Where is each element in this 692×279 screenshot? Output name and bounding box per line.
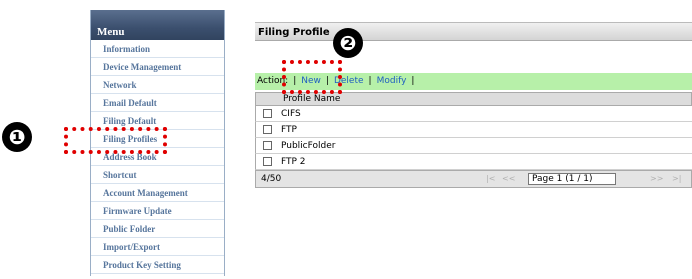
sidebar-item-network[interactable]: Network [91, 76, 224, 94]
separator: | [368, 76, 372, 86]
table-row[interactable]: PublicFolder [255, 138, 692, 154]
profile-name: CIFS [281, 108, 301, 119]
new-button[interactable]: New [301, 76, 321, 86]
sidebar-item-email-default[interactable]: Email Default [91, 94, 224, 112]
main-panel: Filing Profile Action: | New | Delete | Modify… [255, 22, 692, 188]
menu-list: Information Device Management Network Em… [91, 40, 224, 274]
sidebar-menu: Menu Information Device Management Netwo… [90, 10, 225, 276]
sidebar-item-public-folder[interactable]: Public Folder [91, 220, 224, 238]
modify-button[interactable]: Modify [377, 76, 407, 86]
first-page-button[interactable]: |< [486, 174, 495, 183]
action-bar: Action: | New | Delete | Modify | [255, 73, 692, 90]
profile-name: PublicFolder [281, 140, 336, 151]
table-row[interactable]: CIFS [255, 106, 692, 122]
prev-page-button[interactable]: << [502, 174, 515, 183]
sidebar-item-filing-default[interactable]: Filing Default [91, 112, 224, 130]
menu-header: Menu [91, 10, 224, 40]
sidebar-item-product-key-setting[interactable]: Product Key Setting [91, 256, 224, 274]
sidebar-item-information[interactable]: Information [91, 40, 224, 58]
table-row[interactable]: FTP 2 [255, 154, 692, 170]
sidebar-item-shortcut[interactable]: Shortcut [91, 166, 224, 184]
separator: | [293, 76, 297, 86]
row-checkbox[interactable] [263, 125, 272, 134]
sidebar-item-firmware-update[interactable]: Firmware Update [91, 202, 224, 220]
row-checkbox[interactable] [263, 157, 272, 166]
delete-button[interactable]: Delete [334, 76, 364, 86]
row-checkbox[interactable] [263, 109, 272, 118]
callout-badge-2: ❷ [333, 28, 363, 58]
sidebar-item-filing-profiles[interactable]: Filing Profiles [91, 130, 224, 148]
column-header-profile-name[interactable]: Profile Name [255, 92, 692, 106]
row-checkbox[interactable] [263, 141, 272, 150]
record-count: 4/50 [261, 174, 282, 184]
profile-name: FTP [281, 124, 297, 135]
page-title: Filing Profile [255, 22, 692, 41]
separator: | [411, 76, 415, 86]
table-row[interactable]: FTP [255, 122, 692, 138]
last-page-button[interactable]: >| [672, 174, 681, 183]
profile-name: FTP 2 [281, 156, 306, 167]
separator: | [325, 76, 329, 86]
sidebar-item-address-book[interactable]: Address Book [91, 148, 224, 166]
profile-table: Profile Name CIFS FTP PublicFolder FTP 2… [255, 92, 692, 188]
callout-badge-1: ❶ [2, 122, 32, 152]
next-page-button[interactable]: >> [650, 174, 663, 183]
sidebar-item-import-export[interactable]: Import/Export [91, 238, 224, 256]
action-label: Action: [257, 76, 289, 86]
sidebar-item-account-management[interactable]: Account Management [91, 184, 224, 202]
sidebar-item-device-management[interactable]: Device Management [91, 58, 224, 76]
pagination-bar: 4/50 |< << Page 1 (1 / 1) >> >| [255, 170, 692, 188]
page-indicator[interactable]: Page 1 (1 / 1) [528, 173, 616, 185]
